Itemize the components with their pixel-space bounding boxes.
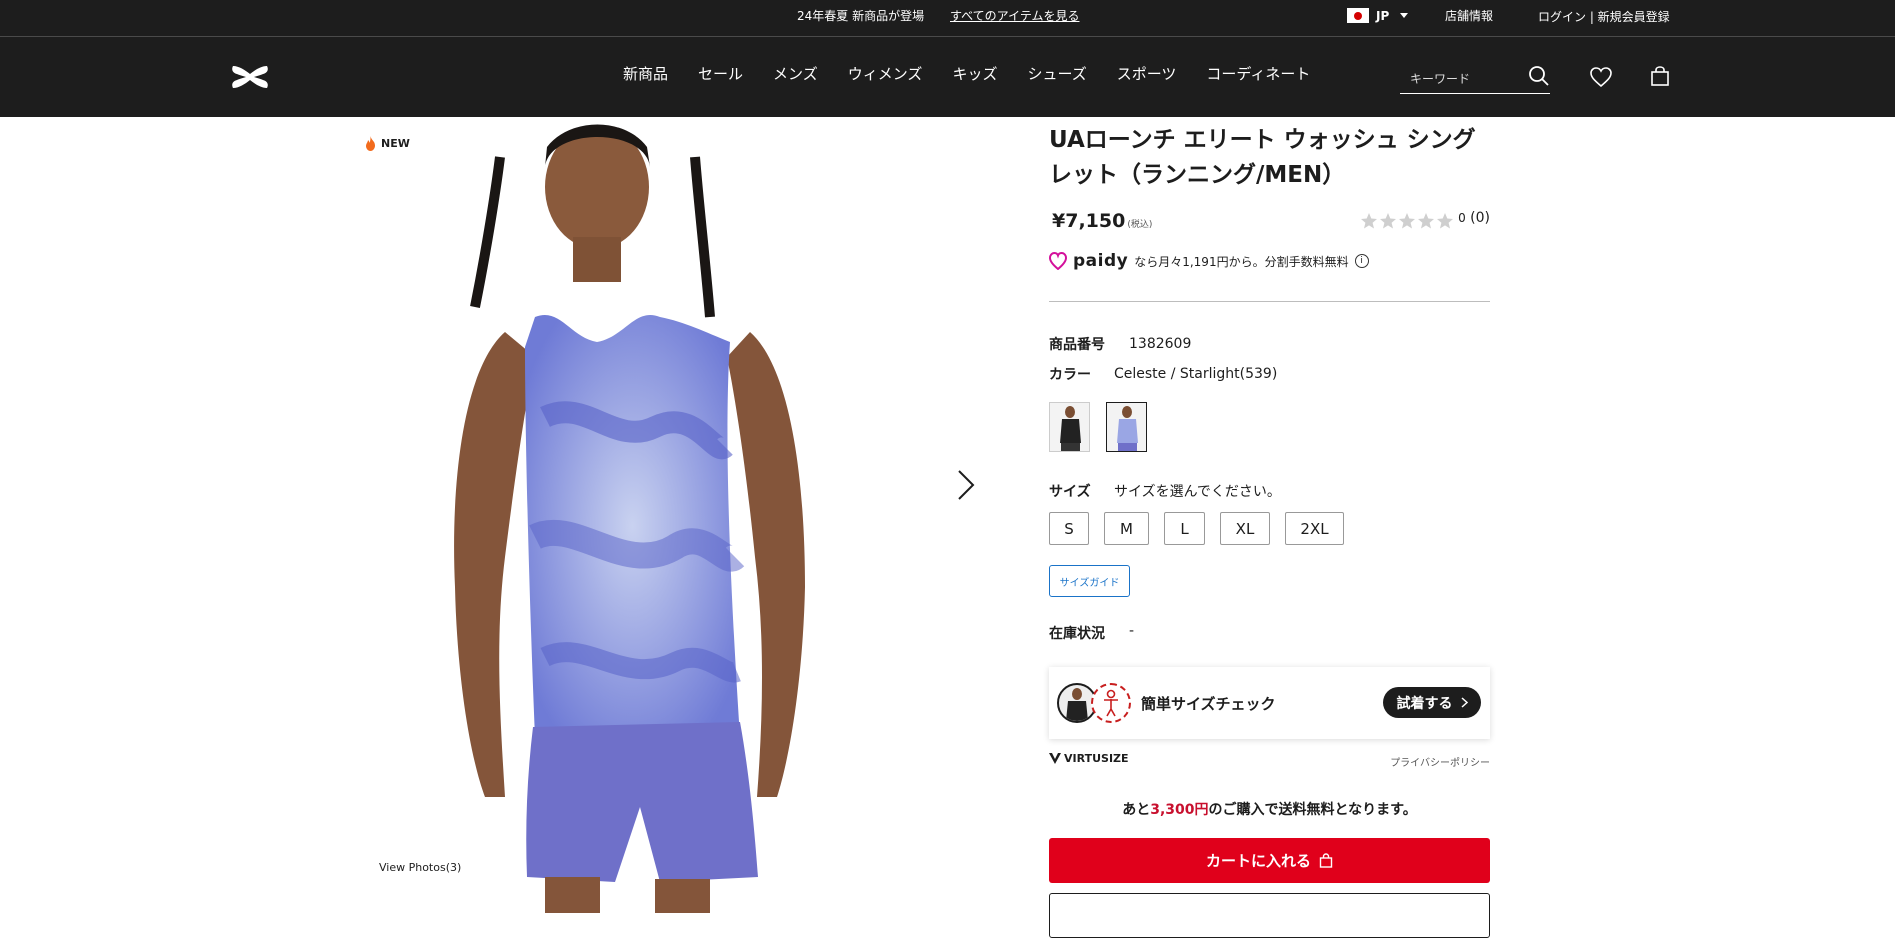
virtusize-widget[interactable]: 簡単サイズチェック 試着する: [1049, 667, 1490, 739]
shipping-prefix: あと: [1122, 802, 1151, 818]
size-prompt: サイズを選んでください。: [1114, 484, 1281, 500]
price-row: ¥7,150 (税込) 0 (0): [1049, 201, 1490, 245]
star-empty-icon: [1418, 213, 1434, 229]
paidy-mark-icon: [1049, 252, 1067, 270]
review-count-paren: (0): [1470, 210, 1490, 226]
virtusize-brand-name: VIRTUSIZE: [1064, 752, 1129, 765]
store-info-link[interactable]: 店舗情報: [1445, 7, 1493, 24]
size-option-s[interactable]: S: [1049, 512, 1089, 545]
login-register-link[interactable]: ログイン | 新規会員登録: [1538, 8, 1670, 25]
product-gallery: NEW View Photos(3): [355, 117, 1010, 913]
nav-item-womens[interactable]: ウィメンズ: [848, 63, 923, 84]
color-swatches: [1049, 402, 1490, 452]
star-empty-icon: [1361, 213, 1377, 229]
main-header: 新商品 セール メンズ ウィメンズ キッズ シューズ スポーツ コーディネート …: [0, 37, 1895, 117]
cart-bag-icon: [1319, 853, 1333, 868]
star-empty-icon: [1380, 213, 1396, 229]
announcement-bar: 24年春夏 新商品が登場 すべてのアイテムを見る JP 店舗情報 ログイン | …: [0, 0, 1895, 37]
color-label: カラー: [1049, 367, 1091, 383]
color-row: カラー Celeste / Starlight(539): [1049, 359, 1490, 389]
add-to-cart-label: カートに入れる: [1205, 852, 1311, 870]
rating-stars[interactable]: [1360, 212, 1454, 230]
size-option-xl[interactable]: XL: [1220, 512, 1270, 545]
next-image-arrow-icon[interactable]: [955, 467, 977, 503]
search-icon[interactable]: [1528, 65, 1550, 87]
virtusize-body-avatar: [1091, 683, 1131, 723]
privacy-policy-link[interactable]: プライバシーポリシー: [1390, 754, 1490, 769]
virtusize-label: 簡単サイズチェック: [1141, 695, 1276, 713]
size-option-l[interactable]: L: [1164, 512, 1205, 545]
wishlist-heart-icon[interactable]: [1589, 66, 1613, 88]
swatch-black-thumbnail: [1060, 406, 1081, 451]
virtusize-product-thumbnail: [1066, 688, 1088, 721]
star-empty-icon: [1437, 213, 1453, 229]
product-info: UAローンチ エリート ウォッシュ シングレット（ランニング/MEN） ¥7,1…: [1049, 117, 1490, 938]
paidy-logo: paidy: [1073, 251, 1129, 271]
product-title: UAローンチ エリート ウォッシュ シングレット（ランニング/MEN）: [1049, 127, 1476, 188]
stock-status: 在庫状況 -: [1049, 623, 1490, 643]
sku-label: 商品番号: [1049, 337, 1105, 353]
add-to-cart-button[interactable]: カートに入れる: [1049, 838, 1490, 883]
info-icon[interactable]: i: [1354, 254, 1369, 268]
nav-item-mens[interactable]: メンズ: [773, 63, 818, 84]
product-photo[interactable]: [355, 117, 1010, 913]
stock-label: 在庫状況: [1049, 626, 1105, 642]
shipping-suffix: のご購入で送料無料となります。: [1208, 802, 1417, 818]
free-shipping-message: あと3,300円のご購入で送料無料となります。: [1049, 799, 1490, 819]
language-selector[interactable]: JP: [1347, 8, 1409, 23]
nav-item-shoes[interactable]: シューズ: [1027, 63, 1086, 84]
nav-item-coordinate[interactable]: コーディネート: [1206, 63, 1310, 84]
body-silhouette-icon: [1104, 689, 1118, 717]
size-option-m[interactable]: M: [1104, 512, 1149, 545]
product-price: ¥7,150 (税込): [1052, 210, 1152, 232]
sku-value: 1382609: [1129, 336, 1192, 352]
swatch-celeste-thumbnail: [1117, 406, 1138, 451]
caret-down-icon: [1400, 13, 1409, 18]
japan-flag-icon: [1347, 8, 1369, 23]
virtusize-footer: VIRTUSIZE プライバシーポリシー: [1049, 749, 1490, 779]
shopping-bag-icon[interactable]: [1649, 65, 1671, 87]
review-count[interactable]: 0 (0): [1458, 210, 1490, 226]
nav-item-sports[interactable]: スポーツ: [1117, 63, 1177, 84]
paidy-installment: paidy なら月々1,191円から。分割手数料無料 i: [1049, 247, 1490, 275]
nav-item-kids[interactable]: キッズ: [952, 63, 997, 84]
view-photos-link[interactable]: View Photos(3): [379, 861, 461, 874]
star-empty-icon: [1399, 213, 1415, 229]
nav-item-sale[interactable]: セール: [698, 63, 743, 84]
size-option-2xl[interactable]: 2XL: [1285, 512, 1344, 545]
main-nav: 新商品 セール メンズ ウィメンズ キッズ シューズ スポーツ コーディネート: [623, 63, 1340, 84]
color-swatch-black[interactable]: [1049, 402, 1090, 452]
divider: [1049, 301, 1490, 302]
try-on-button[interactable]: 試着する: [1383, 687, 1481, 718]
size-header: サイズ サイズを選んでください。: [1049, 481, 1490, 501]
try-on-label: 試着する: [1396, 695, 1453, 712]
size-options: S M L XL 2XL: [1049, 512, 1490, 545]
product-meta: 商品番号 1382609 カラー Celeste / Starlight(539…: [1049, 329, 1490, 389]
sku-row: 商品番号 1382609: [1049, 329, 1490, 359]
add-to-favorites-button[interactable]: [1049, 893, 1490, 938]
stock-value: -: [1129, 623, 1135, 639]
chevron-right-icon: [1460, 697, 1468, 708]
virtusize-logo-icon: [1049, 753, 1061, 764]
shipping-amount: 3,300円: [1150, 802, 1209, 818]
paidy-text: なら月々1,191円から。分割手数料無料: [1134, 254, 1349, 269]
tax-note: (税込): [1127, 220, 1153, 230]
review-count-number: 0: [1458, 211, 1466, 225]
all-items-link[interactable]: すべてのアイテムを見る: [950, 7, 1079, 24]
price-value: ¥7,150: [1052, 210, 1126, 232]
promo-text: 24年春夏 新商品が登場: [797, 9, 925, 23]
language-code: JP: [1376, 8, 1390, 23]
size-label: サイズ: [1049, 484, 1091, 500]
color-value: Celeste / Starlight(539): [1114, 366, 1278, 382]
under-armour-logo[interactable]: [229, 64, 271, 90]
virtusize-brand: VIRTUSIZE: [1049, 752, 1129, 765]
color-swatch-celeste-selected[interactable]: [1106, 402, 1147, 452]
size-guide-button[interactable]: サイズガイド: [1049, 565, 1130, 597]
nav-item-new[interactable]: 新商品: [623, 63, 668, 84]
